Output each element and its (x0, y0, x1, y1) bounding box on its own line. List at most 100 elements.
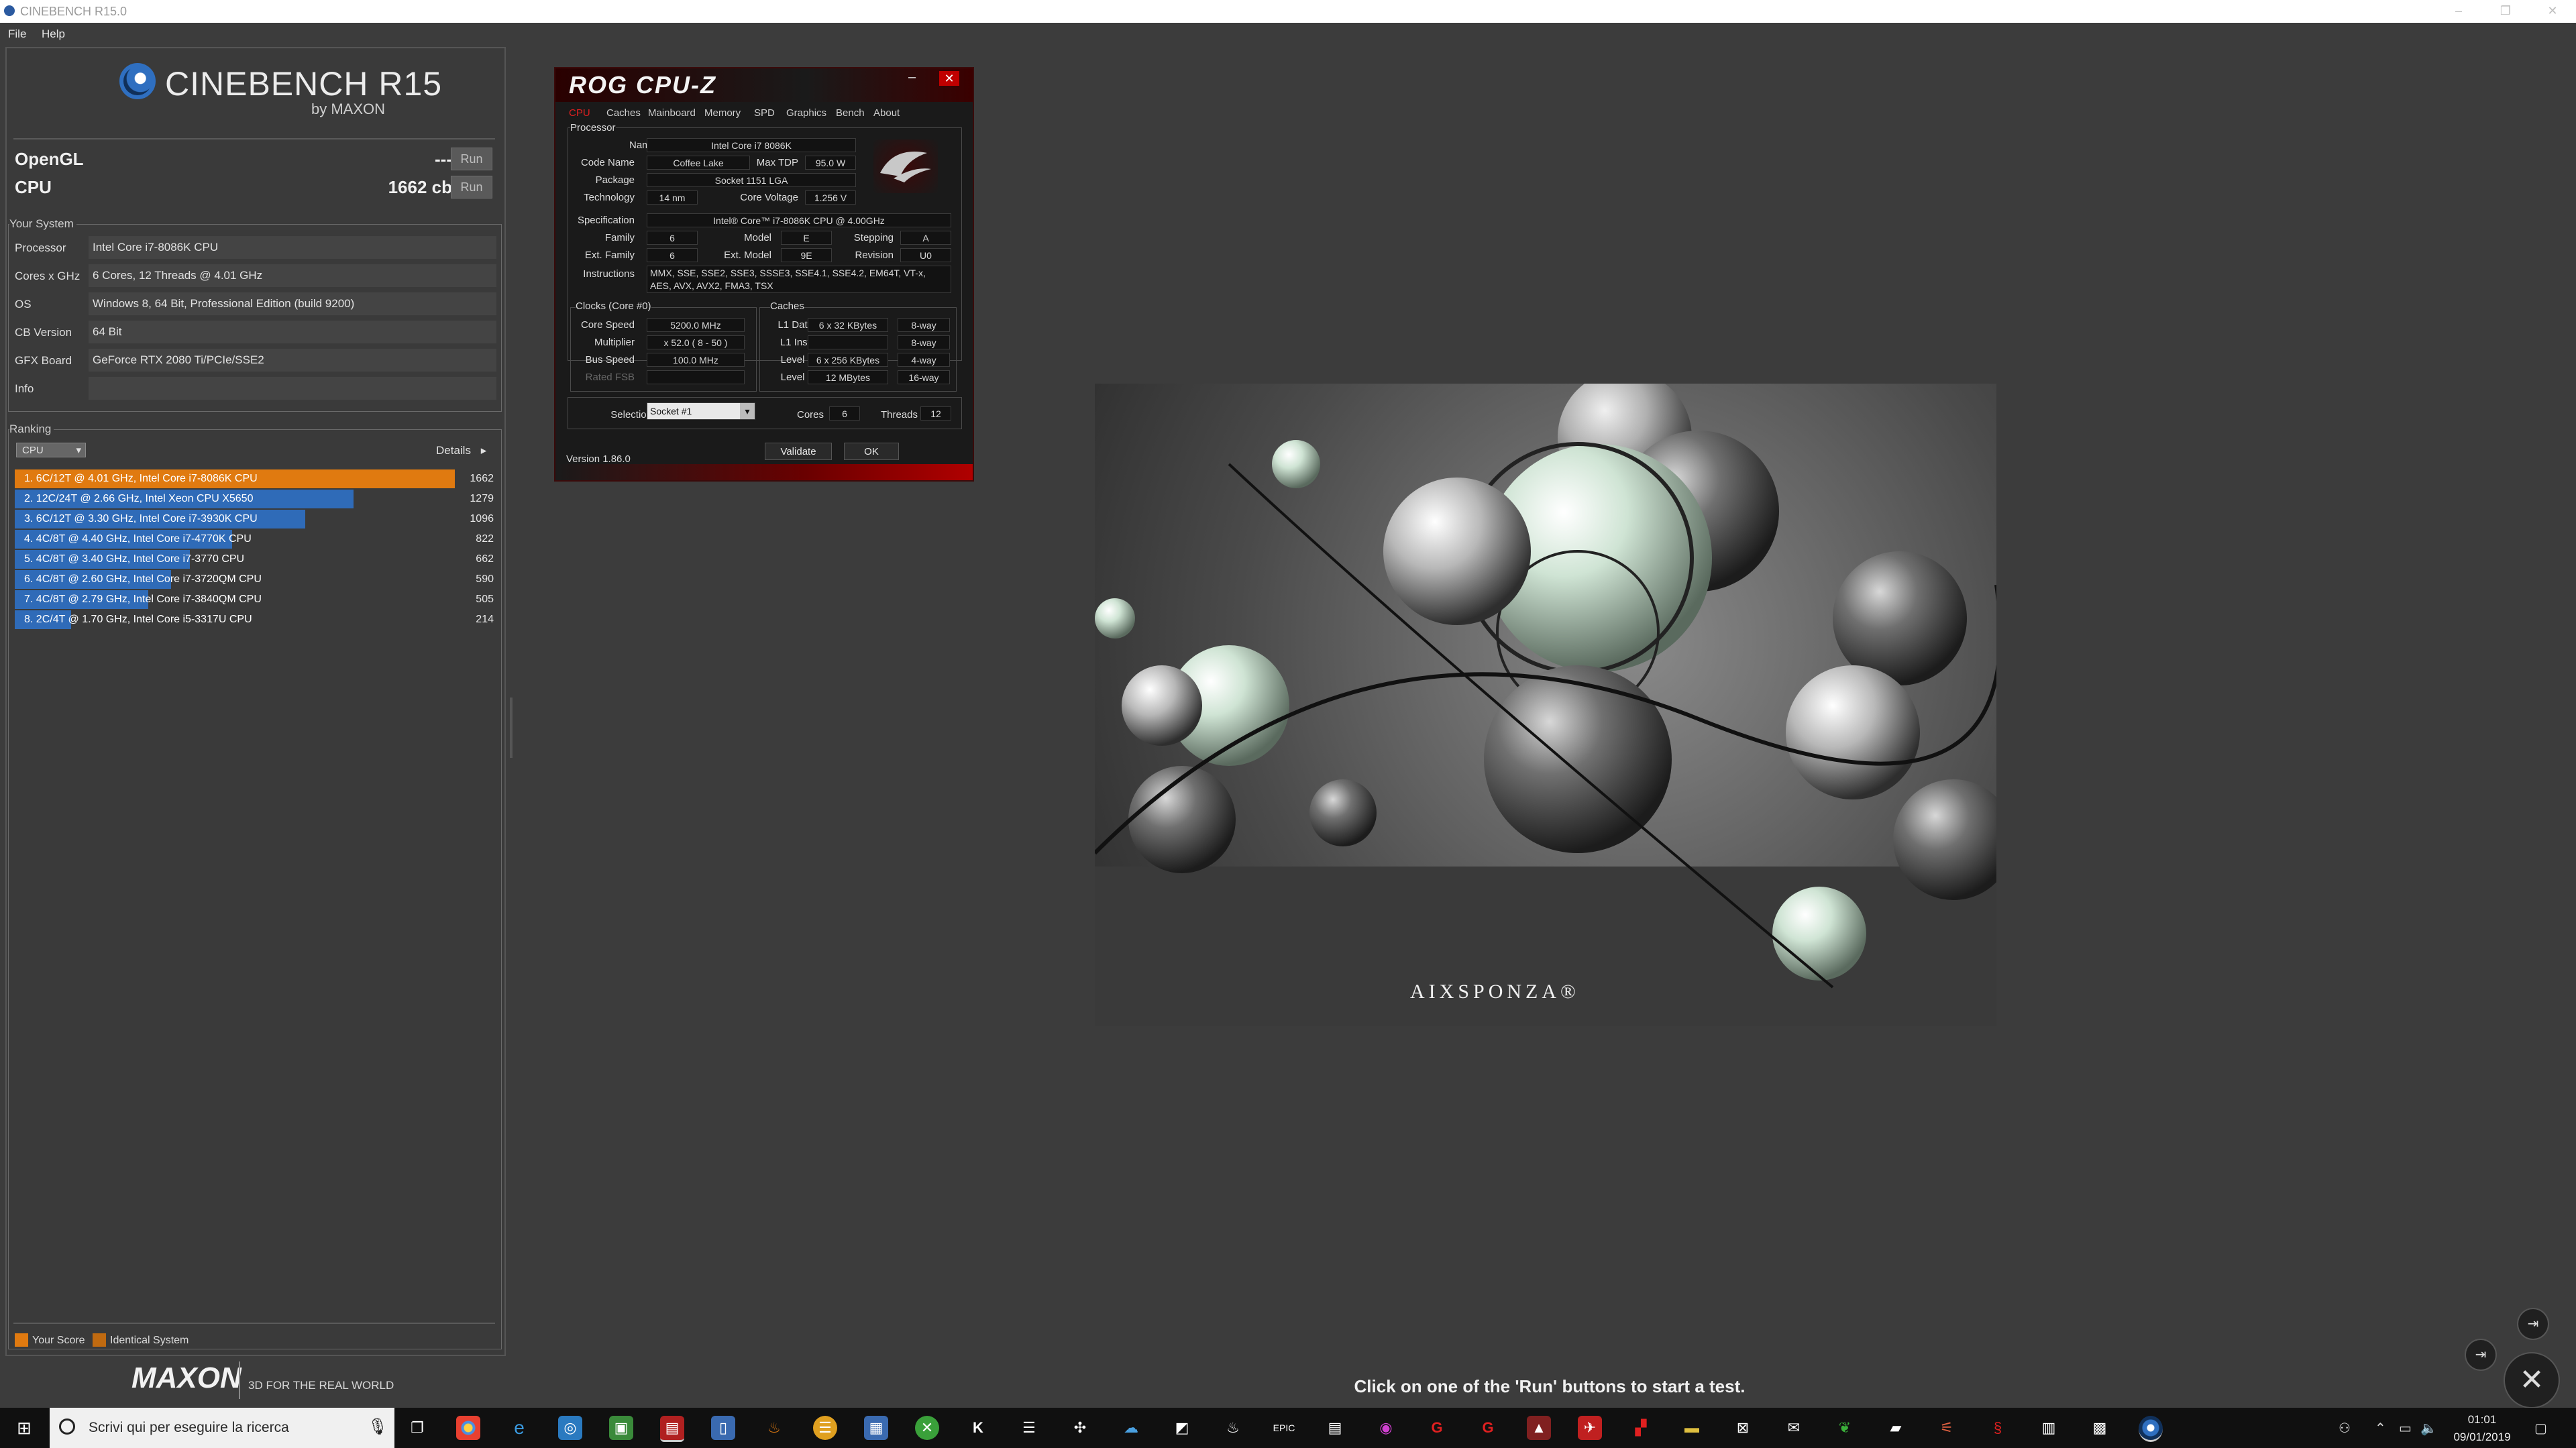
cpuz-close-button[interactable]: ✕ (939, 71, 959, 86)
drive-icon[interactable]: ▰ (1884, 1416, 1908, 1440)
system-value: Windows 8, 64 Bit, Professional Edition … (89, 292, 496, 315)
s-app-icon[interactable]: § (1986, 1416, 2010, 1440)
system-key: Cores x GHz (15, 270, 80, 282)
network-icon[interactable]: ▭ (2399, 1420, 2412, 1437)
close-overlay-icon[interactable]: ✕ (2504, 1352, 2560, 1408)
cpuz-minimize-button[interactable]: – (908, 70, 916, 85)
ranking-row[interactable]: 5. 4C/8T @ 3.40 GHz, Intel Core i7-3770 … (15, 550, 496, 569)
ai-suite-icon[interactable]: ▲ (1527, 1416, 1551, 1440)
system-key: OS (15, 298, 32, 311)
taskbar-clock[interactable]: 01:01 09/01/2019 (2449, 1411, 2516, 1446)
panel-splitter[interactable] (510, 698, 513, 758)
input-icon[interactable]: ⇥ (2465, 1339, 2497, 1371)
rgb-icon[interactable]: ◉ (1374, 1416, 1398, 1440)
cinebench-taskbar-icon[interactable] (2139, 1416, 2163, 1442)
book-icon[interactable]: ▥ (2037, 1416, 2061, 1440)
opengl-run-button[interactable]: Run (451, 148, 492, 170)
aura-icon[interactable]: ▞ (1629, 1416, 1653, 1440)
ranking-score: 214 (476, 614, 494, 625)
chart-app-icon[interactable]: ◩ (1170, 1416, 1194, 1440)
windows-start-icon[interactable]: ⊞ (12, 1416, 36, 1440)
leaf-icon[interactable]: ❦ (1833, 1416, 1857, 1440)
gpu-tweak2-icon[interactable]: G (1476, 1416, 1500, 1440)
cpuz-tab-about[interactable]: About (873, 107, 900, 119)
cpuz-model-label: Model (744, 232, 771, 243)
system-key: Info (15, 382, 34, 395)
strip-icon[interactable]: ⚟ (1935, 1416, 1959, 1440)
rog-app-icon[interactable]: ✈ (1578, 1416, 1602, 1440)
cpuz-instructions-value: MMX, SSE, SSE2, SSE3, SSSE3, SSE4.1, SSE… (647, 266, 951, 280)
people-icon[interactable]: ⚇ (2339, 1420, 2351, 1437)
menu-file[interactable]: File (8, 27, 26, 41)
cpuz-tab-graphics[interactable]: Graphics (786, 107, 826, 119)
chevron-down-icon: ▾ (76, 445, 81, 456)
cpuz-selection-dropdown[interactable]: Socket #1 ▾ (647, 402, 755, 420)
ranking-label: 7. 4C/8T @ 2.79 GHz, Intel Core i7-3840Q… (24, 594, 262, 605)
ranking-label: 8. 2C/4T @ 1.70 GHz, Intel Core i5-3317U… (24, 614, 252, 625)
ranking-row[interactable]: 8. 2C/4T @ 1.70 GHz, Intel Core i5-3317U… (15, 610, 496, 629)
storage-icon[interactable]: ▤ (1323, 1416, 1347, 1440)
taskbar-search-box[interactable]: Scrivi qui per eseguire la ricerca 🎙 (50, 1408, 394, 1448)
folder-icon[interactable]: ▬ (1680, 1416, 1704, 1440)
gpu-tweak-icon[interactable]: G (1425, 1416, 1449, 1440)
cpuz-tab-cpu[interactable]: CPU (569, 107, 590, 119)
audio-icon[interactable]: ☰ (813, 1416, 837, 1440)
volume-icon[interactable]: 🔈 (2420, 1420, 2437, 1437)
edge-icon[interactable]: e (507, 1416, 531, 1440)
ranking-row[interactable]: 3. 6C/12T @ 3.30 GHz, Intel Core i7-3930… (15, 510, 496, 528)
menu-help[interactable]: Help (42, 27, 65, 41)
legend-identical-swatch (93, 1333, 106, 1347)
k-app-icon[interactable]: K (966, 1416, 990, 1440)
ranking-row[interactable]: 1. 6C/12T @ 4.01 GHz, Intel Core i7-8086… (15, 469, 496, 488)
mail-icon[interactable]: ✉ (1782, 1416, 1806, 1440)
sync-icon[interactable]: ☰ (1017, 1416, 1041, 1440)
ranking-label: 6. 4C/8T @ 2.60 GHz, Intel Core i7-3720Q… (24, 573, 262, 585)
legend-your-score-swatch (15, 1333, 28, 1347)
ranking-row[interactable]: 2. 12C/24T @ 2.66 GHz, Intel Xeon CPU X5… (15, 490, 496, 508)
ranking-row[interactable]: 7. 4C/8T @ 2.79 GHz, Intel Core i7-3840Q… (15, 590, 496, 609)
notification-icon[interactable]: ▢ (2534, 1420, 2547, 1437)
microphone-icon[interactable]: 🎙 (368, 1417, 388, 1437)
cpuz-corespeed-value: 5200.0 MHz (647, 318, 745, 332)
cpuz-ratedfsb-label: Rated FSB (585, 372, 635, 383)
divider (13, 1323, 495, 1324)
minimize-button[interactable]: – (2435, 0, 2482, 23)
cpuz-tab-caches[interactable]: Caches (606, 107, 641, 119)
cpuz-tab-memory[interactable]: Memory (704, 107, 741, 119)
shopping-bag-icon[interactable]: ⊠ (1731, 1416, 1755, 1440)
store-app-icon[interactable]: ◎ (558, 1416, 582, 1440)
maximize-button[interactable]: ❐ (2482, 0, 2529, 23)
cpuz-taskbar-icon[interactable]: ▤ (660, 1416, 684, 1442)
expand-icon[interactable]: ⇥ (2517, 1308, 2549, 1340)
steam-icon[interactable]: ♨ (1221, 1416, 1245, 1440)
drone-icon[interactable]: ✣ (1068, 1416, 1092, 1440)
cinebench-logo: CINEBENCH R15 by MAXON (7, 48, 502, 135)
window-app-icon[interactable]: ▦ (864, 1416, 888, 1440)
cpuz-revision-value: U0 (900, 248, 951, 262)
cpu-run-button[interactable]: Run (451, 176, 492, 199)
chip-icon[interactable]: ▩ (2088, 1416, 2112, 1440)
document-icon[interactable]: ▯ (711, 1416, 735, 1440)
cpuz-tab-bench[interactable]: Bench (836, 107, 865, 119)
xbox-icon[interactable]: ✕ (915, 1416, 939, 1440)
flame-icon[interactable]: ♨ (762, 1416, 786, 1440)
chrome-icon[interactable] (456, 1416, 480, 1440)
ranking-score: 662 (476, 553, 494, 565)
details-button[interactable]: Details ▸ (436, 444, 486, 457)
cpuz-revision-label: Revision (855, 249, 894, 261)
task-view-icon[interactable]: ❐ (405, 1416, 429, 1440)
ranking-row[interactable]: 6. 4C/8T @ 2.60 GHz, Intel Core i7-3720Q… (15, 570, 496, 589)
cpuz-codename-label: Code Name (580, 157, 635, 168)
ranking-type-select[interactable]: CPU ▾ (16, 443, 86, 457)
cloud-icon[interactable]: ☁ (1119, 1416, 1143, 1440)
info-field[interactable] (89, 377, 496, 400)
cpuz-ok-button[interactable]: OK (844, 443, 899, 460)
tray-expand-icon[interactable]: ⌃ (2375, 1420, 2386, 1437)
cpuz-validate-button[interactable]: Validate (765, 443, 832, 460)
cpuz-tab-spd[interactable]: SPD (754, 107, 775, 119)
close-button[interactable]: ✕ (2529, 0, 2576, 23)
ranking-row[interactable]: 4. 4C/8T @ 4.40 GHz, Intel Core i7-4770K… (15, 530, 496, 549)
game-icon[interactable]: ▣ (609, 1416, 633, 1440)
cpuz-tab-mainboard[interactable]: Mainboard (648, 107, 696, 119)
epic-icon[interactable]: EPIC (1272, 1416, 1296, 1440)
